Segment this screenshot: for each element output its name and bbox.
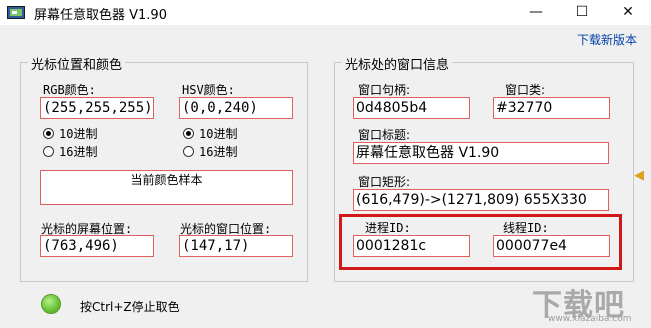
hsv-decimal-radio[interactable]: 10进制 (183, 125, 237, 142)
hsv-hex-radio[interactable]: 16进制 (183, 143, 237, 160)
hsv-value-field[interactable]: (0,0,240) (179, 97, 293, 119)
hsv-decimal-label: 10进制 (199, 127, 238, 141)
download-new-version-link[interactable]: 下载新版本 (577, 31, 637, 48)
window-info-group-title: 光标处的窗口信息 (342, 54, 453, 73)
window-handle-label: 窗口句柄: (358, 83, 411, 97)
radio-unchecked-icon (43, 146, 54, 157)
rgb-hex-radio[interactable]: 16进制 (43, 143, 97, 160)
rgb-value-field[interactable]: (255,255,255) (40, 97, 154, 119)
cursor-color-group-title: 光标位置和颜色 (28, 54, 126, 73)
rgb-decimal-label: 10进制 (59, 127, 98, 141)
title-bar: 屏幕任意取色器 V1.90 — ☐ ✕ (0, 0, 651, 25)
rgb-decimal-radio[interactable]: 10进制 (43, 125, 97, 142)
hsv-label: HSV颜色: (182, 83, 235, 97)
window-position-field[interactable]: (147,17) (179, 235, 293, 257)
thread-id-field[interactable]: 000077e4 (493, 235, 610, 257)
maximize-button[interactable]: ☐ (559, 0, 605, 25)
window-title: 屏幕任意取色器 V1.90 (34, 8, 167, 23)
expand-arrow-icon[interactable]: ◀ (634, 168, 644, 183)
rgb-label: RGB颜色: (43, 83, 96, 97)
watermark-url: www.xiazaiba.com (548, 314, 632, 324)
minimize-button[interactable]: — (513, 0, 559, 25)
radio-checked-icon (43, 128, 54, 139)
radio-checked-icon (183, 128, 194, 139)
window-rect-field[interactable]: (616,479)->(1271,809) 655X330 (353, 189, 609, 211)
window-caption-field[interactable]: 屏幕任意取色器 V1.90 (353, 142, 609, 164)
hsv-hex-label: 16进制 (199, 145, 238, 159)
screen-position-field[interactable]: (763,496) (40, 235, 154, 257)
color-sample-label: 当前颜色样本 (130, 173, 203, 187)
window-class-field[interactable]: #32770 (493, 97, 610, 119)
radio-unchecked-icon (183, 146, 194, 157)
window-rect-label: 窗口矩形: (358, 175, 411, 189)
window-class-label: 窗口类: (505, 83, 546, 97)
close-button[interactable]: ✕ (605, 0, 651, 25)
color-sample-box: 当前颜色样本 (40, 170, 293, 205)
process-id-field[interactable]: 0001281c (353, 235, 470, 257)
window-handle-field[interactable]: 0d4805b4 (353, 97, 470, 119)
thread-id-label: 线程ID: (503, 221, 549, 235)
stop-pick-hint: 按Ctrl+Z停止取色 (80, 300, 180, 314)
status-led-icon (41, 294, 61, 314)
app-icon (7, 6, 25, 19)
window-caption-label: 窗口标题: (358, 128, 411, 142)
process-id-label: 进程ID: (365, 221, 411, 235)
rgb-hex-label: 16进制 (59, 145, 98, 159)
